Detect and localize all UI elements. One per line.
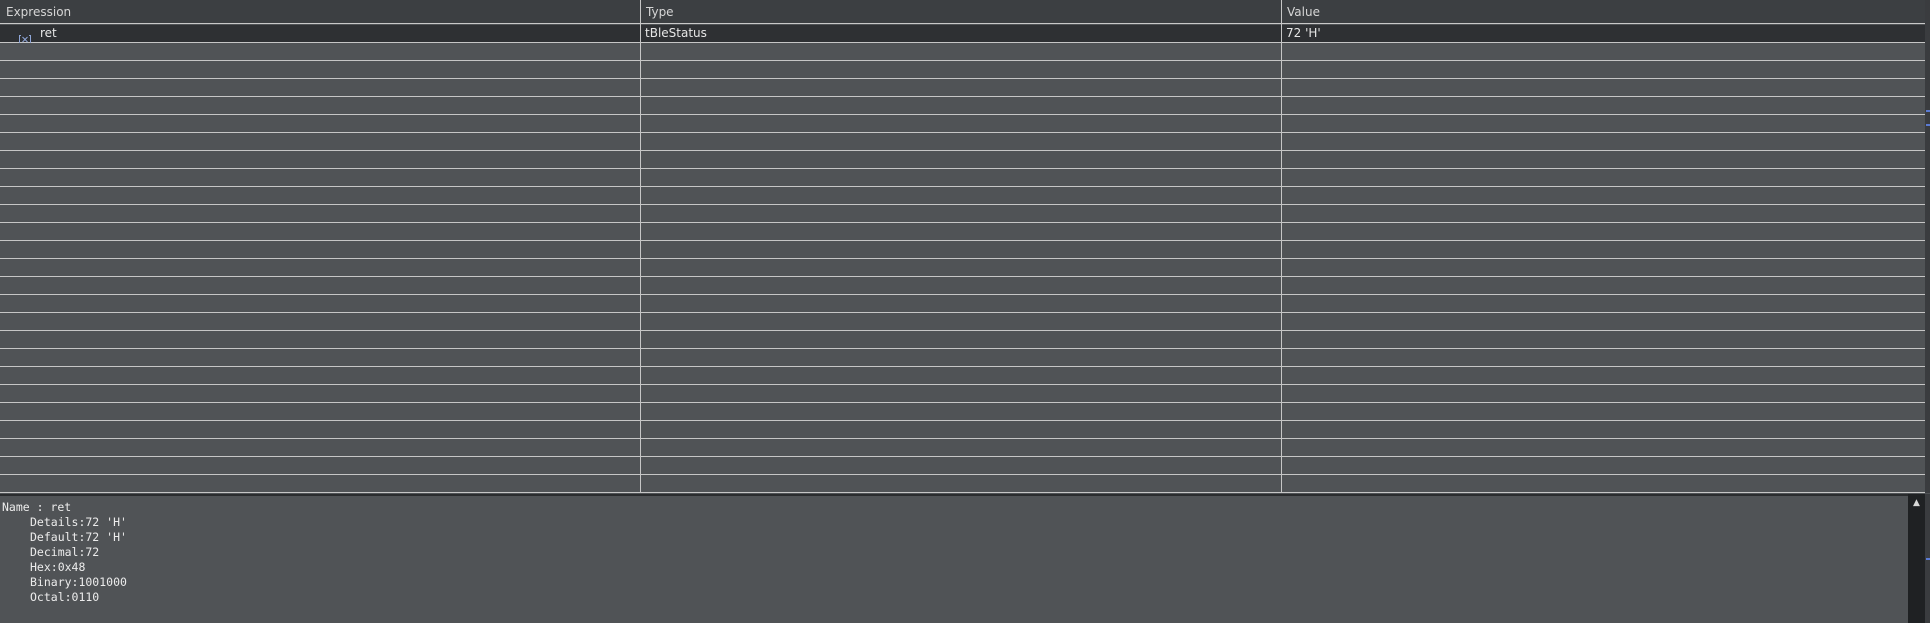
table-row[interactable] [0, 241, 1925, 259]
table-row[interactable] [0, 61, 1925, 79]
details-line: Details:72 'H' [30, 515, 127, 529]
details-scrollbar[interactable]: ▲ [1908, 494, 1925, 623]
scroll-marker [1926, 110, 1930, 112]
table-row[interactable] [0, 331, 1925, 349]
details-pane: Name : ret Details:72 'H' Default:72 'H'… [0, 494, 1908, 623]
table-row[interactable] [0, 349, 1925, 367]
table-row[interactable] [0, 385, 1925, 403]
table-row[interactable] [0, 295, 1925, 313]
details-line: Binary:1001000 [30, 575, 127, 589]
column-divider[interactable] [1281, 0, 1282, 493]
column-divider[interactable] [640, 0, 641, 493]
variable-icon [19, 29, 31, 44]
table-row[interactable] [0, 475, 1925, 493]
table-row[interactable] [0, 223, 1925, 241]
column-header-value[interactable]: Value [1281, 0, 1925, 24]
table-header: Expression Type Value [0, 0, 1925, 24]
table-row[interactable] [0, 133, 1925, 151]
details-name: Name : ret [2, 500, 72, 514]
column-header-expression[interactable]: Expression [0, 0, 640, 24]
table-row[interactable] [0, 43, 1925, 61]
scroll-marker [1926, 124, 1930, 126]
table-row[interactable] [0, 403, 1925, 421]
expressions-table: Expression Type Value ret tBleStatus 72 'H… [0, 0, 1925, 493]
table-row[interactable] [0, 115, 1925, 133]
details-line: Octal:0110 [30, 590, 100, 604]
expression-cell[interactable]: ret [40, 25, 57, 42]
table-row[interactable] [0, 205, 1925, 223]
table-row[interactable] [0, 457, 1925, 475]
type-cell: tBleStatus [645, 26, 707, 40]
scroll-marker [1926, 558, 1930, 560]
details-line: Default:72 'H' [30, 530, 127, 544]
table-row[interactable]: ret tBleStatus 72 'H' [0, 25, 1925, 44]
table-row[interactable] [0, 151, 1925, 169]
table-row[interactable] [0, 79, 1925, 97]
table-row[interactable] [0, 439, 1925, 457]
scroll-up-arrow-icon[interactable]: ▲ [1912, 499, 1921, 508]
table-row[interactable] [0, 97, 1925, 115]
table-row[interactable] [0, 187, 1925, 205]
table-row[interactable] [0, 169, 1925, 187]
table-row[interactable] [0, 277, 1925, 295]
details-line: Decimal:72 [30, 545, 100, 559]
table-scrollbar[interactable] [1925, 0, 1930, 493]
column-header-type[interactable]: Type [640, 0, 1281, 24]
table-row[interactable] [0, 313, 1925, 331]
expressions-view: Expression Type Value ret tBleStatus 72 'H… [0, 0, 1930, 623]
table-row[interactable] [0, 259, 1925, 277]
table-row[interactable] [0, 367, 1925, 385]
table-row[interactable] [0, 421, 1925, 439]
value-cell[interactable]: 72 'H' [1286, 25, 1321, 42]
details-line: Hex:0x48 [30, 560, 86, 574]
